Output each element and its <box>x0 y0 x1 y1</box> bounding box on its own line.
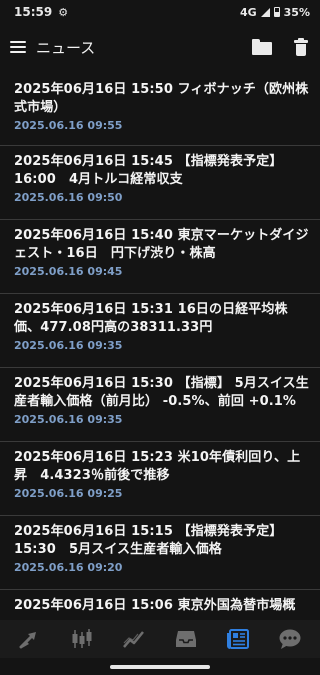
news-item[interactable]: 2025年06月16日 15:15 【指標発表予定】 15:30 5月スイス生産… <box>0 516 320 590</box>
chat-bubble-icon <box>279 629 301 649</box>
news-item[interactable]: 2025年06月16日 15:06 東京外国為替市場概 <box>0 590 320 620</box>
newspaper-icon <box>227 629 249 649</box>
nav-news-button[interactable] <box>223 626 253 652</box>
news-timestamp: 2025.06.16 09:35 <box>14 339 123 352</box>
bottom-navigation <box>0 620 320 658</box>
hamburger-menu-icon[interactable] <box>10 41 26 53</box>
home-indicator[interactable] <box>110 665 210 669</box>
news-headline: 2025年06月16日 15:50 フィボナッチ（欧州株式市場） <box>14 82 309 115</box>
news-timestamp: 2025.06.16 09:45 <box>14 265 123 278</box>
news-headline: 2025年06月16日 15:06 東京外国為替市場概 <box>14 598 296 613</box>
nav-trend-button[interactable] <box>119 626 149 652</box>
news-timestamp: 2025.06.16 09:20 <box>14 561 123 574</box>
battery-icon <box>273 7 280 17</box>
inbox-icon <box>176 631 196 647</box>
status-bar: 15:59 ⚙ 4G 35% <box>0 0 320 24</box>
app-bar: ニュース <box>0 28 320 66</box>
candlestick-chart-icon <box>72 629 92 648</box>
line-chart-icon <box>123 631 144 648</box>
settings-gear-icon: ⚙ <box>58 5 69 19</box>
battery-percent: 35% <box>283 5 310 19</box>
news-item[interactable]: 2025年06月16日 15:23 米10年債利回り、上昇 4.4323％前後で… <box>0 442 320 516</box>
news-list[interactable]: 2025年06月16日 15:50 フィボナッチ（欧州株式市場） 2025.06… <box>0 74 320 620</box>
news-item[interactable]: 2025年06月16日 15:40 東京マーケットダイジェスト・16日 円下げ渋… <box>0 220 320 294</box>
nav-rate-button[interactable] <box>15 626 45 652</box>
rate-arrows-icon <box>19 632 36 649</box>
news-timestamp: 2025.06.16 09:50 <box>14 191 123 204</box>
status-time: 15:59 <box>14 5 53 19</box>
news-item[interactable]: 2025年06月16日 15:50 フィボナッチ（欧州株式市場） 2025.06… <box>0 74 320 146</box>
news-headline: 2025年06月16日 15:40 東京マーケットダイジェスト・16日 円下げ渋… <box>14 228 309 261</box>
nav-chart-button[interactable] <box>67 626 97 652</box>
trash-icon[interactable] <box>294 38 308 56</box>
nav-inbox-button[interactable] <box>171 626 201 652</box>
news-item[interactable]: 2025年06月16日 15:31 16日の日経平均株価、477.08円高の38… <box>0 294 320 368</box>
app-bar-actions <box>252 38 308 56</box>
news-headline: 2025年06月16日 15:15 【指標発表予定】 15:30 5月スイス生産… <box>14 524 283 557</box>
news-item[interactable]: 2025年06月16日 15:45 【指標発表予定】 16:00 4月トルコ経常… <box>0 146 320 220</box>
news-timestamp: 2025.06.16 09:55 <box>14 119 123 132</box>
news-timestamp: 2025.06.16 09:25 <box>14 487 123 500</box>
news-headline: 2025年06月16日 15:45 【指標発表予定】 16:00 4月トルコ経常… <box>14 154 283 187</box>
news-headline: 2025年06月16日 15:30 【指標】 5月スイス生産者輸入価格（前月比）… <box>14 376 309 409</box>
news-headline: 2025年06月16日 15:23 米10年債利回り、上昇 4.4323％前後で… <box>14 450 301 483</box>
signal-icon <box>260 7 270 17</box>
news-timestamp: 2025.06.16 09:35 <box>14 413 123 426</box>
network-type: 4G <box>239 5 257 19</box>
page-title: ニュース <box>36 38 96 57</box>
news-headline: 2025年06月16日 15:31 16日の日経平均株価、477.08円高の38… <box>14 302 288 335</box>
folder-icon[interactable] <box>252 39 272 55</box>
nav-chat-button[interactable] <box>275 626 305 652</box>
news-item[interactable]: 2025年06月16日 15:30 【指標】 5月スイス生産者輸入価格（前月比）… <box>0 368 320 442</box>
status-indicators: 4G 35% <box>240 6 310 19</box>
